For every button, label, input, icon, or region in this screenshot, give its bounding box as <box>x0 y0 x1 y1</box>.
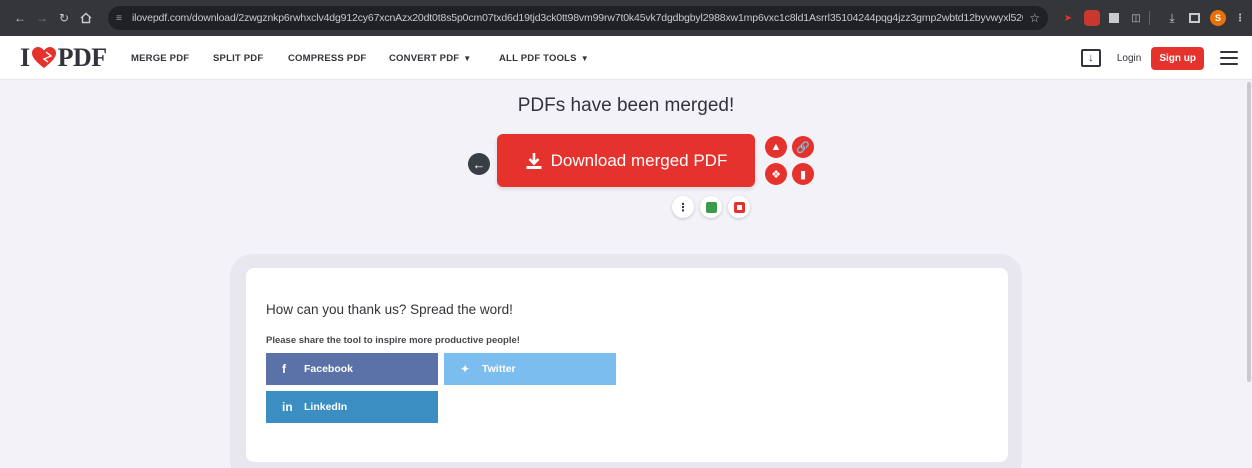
link-icon[interactable]: 🔗 <box>792 136 814 158</box>
bookmark-star-icon[interactable]: ☆ <box>1029 11 1040 25</box>
download-icon <box>526 152 542 169</box>
page-title: PDFs have been merged! <box>517 95 735 116</box>
share-twitter-button[interactable]: ✦ Twitter <box>444 353 616 385</box>
ilovepdf-logo[interactable]: I PDF <box>20 43 107 73</box>
extensions-puzzle-icon[interactable]: ◫ <box>1128 10 1144 26</box>
twitter-label: Twitter <box>482 363 516 375</box>
extension-puzzle-red-icon[interactable] <box>1084 10 1100 26</box>
extension-square-icon[interactable] <box>1106 10 1122 26</box>
page-scrollbar[interactable] <box>1246 80 1252 468</box>
nav-split-pdf[interactable]: SPLIT PDF <box>213 36 263 80</box>
hamburger-menu-icon[interactable] <box>1220 51 1238 65</box>
divider <box>1148 10 1150 26</box>
signup-button[interactable]: Sign up <box>1151 46 1204 70</box>
extension-red-icon[interactable]: ➤ <box>1060 10 1076 26</box>
logo-text: PDF <box>57 43 108 72</box>
twitter-icon: ✦ <box>460 362 471 376</box>
site-header: I PDF MERGE PDF SPLIT PDF COMPRESS PDF C… <box>0 36 1252 80</box>
scrollbar-thumb[interactable] <box>1247 82 1251 382</box>
facebook-icon: f <box>282 362 286 376</box>
share-linkedin-button[interactable]: in LinkedIn <box>266 391 438 423</box>
reload-icon[interactable]: ↻ <box>54 8 74 28</box>
share-title: How can you thank us? Spread the word! <box>266 302 513 317</box>
site-info-icon[interactable]: ≡ <box>116 13 132 24</box>
google-drive-icon[interactable]: ▲ <box>765 136 787 158</box>
home-icon[interactable] <box>76 8 96 28</box>
browser-menu-icon[interactable]: ⋮ <box>1232 10 1248 26</box>
nav-label: COMPRESS PDF <box>288 52 367 64</box>
share-facebook-button[interactable]: f Facebook <box>266 353 438 385</box>
caret-down-icon: ▼ <box>580 53 589 63</box>
profile-avatar[interactable]: S <box>1210 10 1226 26</box>
nav-all-pdf-tools[interactable]: ALL PDF TOOLS ▼ <box>499 36 589 80</box>
caret-down-icon: ▼ <box>463 53 472 63</box>
forward-arrow-icon[interactable]: → <box>32 8 52 28</box>
back-arrow-icon[interactable]: ← <box>10 8 30 28</box>
downloads-icon[interactable]: ⤓ <box>1164 10 1180 26</box>
side-panel-icon[interactable] <box>1186 10 1202 26</box>
address-bar[interactable]: ≡ ilovepdf.com/download/2zwgznkp6rwhxclv… <box>108 6 1048 30</box>
organize-pdf-icon[interactable] <box>728 196 750 218</box>
trash-icon[interactable]: ▮ <box>792 163 814 185</box>
nav-label: ALL PDF TOOLS <box>499 52 577 64</box>
facebook-label: Facebook <box>304 363 354 375</box>
share-subtitle: Please share the tool to inspire more pr… <box>266 335 520 346</box>
nav-label: MERGE PDF <box>131 52 190 64</box>
download-label: Download merged PDF <box>550 150 728 170</box>
browser-toolbar: ← → ↻ ≡ ilovepdf.com/download/2zwgznkp6r… <box>0 0 1252 36</box>
nav-compress-pdf[interactable]: COMPRESS PDF <box>288 36 366 80</box>
download-merged-pdf-button[interactable]: Download merged PDF <box>497 134 755 187</box>
linkedin-label: LinkedIn <box>304 401 348 413</box>
login-link[interactable]: Login <box>1117 53 1141 64</box>
back-arrow-button[interactable]: ← <box>468 153 490 175</box>
header-actions: ↓ Login Sign up <box>1080 44 1238 72</box>
logo-letter: I <box>20 43 30 72</box>
heart-icon <box>31 47 56 68</box>
nav-label: SPLIT PDF <box>213 52 264 64</box>
url-text: ilovepdf.com/download/2zwgznkp6rwhxclv4d… <box>132 12 1023 24</box>
desktop-download-icon[interactable]: ↓ <box>1080 49 1101 67</box>
more-options-icon[interactable]: ⋮ <box>672 196 694 218</box>
linkedin-icon: in <box>282 400 293 414</box>
dropbox-icon[interactable]: ❖ <box>765 163 787 185</box>
excel-icon[interactable] <box>700 196 722 218</box>
nav-merge-pdf[interactable]: MERGE PDF <box>131 36 189 80</box>
nav-convert-pdf[interactable]: CONVERT PDF ▼ <box>389 36 471 80</box>
nav-label: CONVERT PDF <box>389 52 460 64</box>
